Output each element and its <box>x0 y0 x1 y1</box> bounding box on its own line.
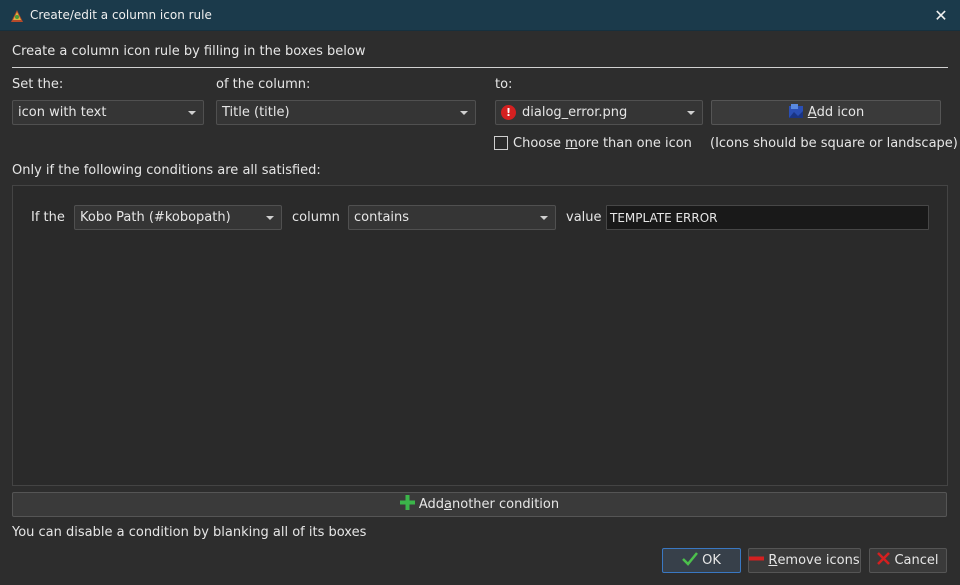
add-condition-button[interactable]: Add a nother condition <box>12 492 947 517</box>
window-title: Create/edit a column icon rule <box>30 8 212 22</box>
remove-icons-button[interactable]: Remove icons <box>748 548 861 573</box>
disable-hint: You can disable a condition by blanking … <box>12 525 367 540</box>
chevron-down-icon <box>460 111 468 115</box>
column-label: column <box>292 210 340 225</box>
add-condition-post: nother condition <box>452 497 560 512</box>
if-the-label: If the <box>31 210 65 225</box>
to-label: to: <box>495 77 513 92</box>
add-icon-accel: A <box>807 105 817 120</box>
add-icon-label: dd icon <box>816 105 865 120</box>
value-label: value <box>566 210 602 225</box>
column-select[interactable]: Title (title) <box>216 100 476 125</box>
choose-more-pre: Choose <box>513 136 566 151</box>
icon-file-select[interactable]: ! dialog_error.png <box>495 100 703 125</box>
image-icon <box>788 103 804 123</box>
kind-select-value: icon with text <box>18 105 107 120</box>
ok-button[interactable]: OK <box>662 548 741 573</box>
chevron-down-icon <box>540 216 548 220</box>
kind-select[interactable]: icon with text <box>12 100 204 125</box>
minus-icon <box>749 551 765 570</box>
close-icon[interactable]: ✕ <box>928 3 954 27</box>
remove-accel: R <box>768 553 778 568</box>
intro-text: Create a column icon rule by filling in … <box>12 44 366 59</box>
remove-label: emove icons <box>777 553 860 568</box>
cancel-label: Cancel <box>894 553 939 568</box>
conditions-heading: Only if the following conditions are all… <box>12 163 321 178</box>
condition-column-select[interactable]: Kobo Path (#kobopath) <box>74 205 282 230</box>
choose-more-accel: m <box>565 136 578 151</box>
error-icon: ! <box>501 105 516 120</box>
ok-label: OK <box>702 553 721 568</box>
choose-more-checkbox[interactable] <box>494 136 508 150</box>
icon-file-select-value: dialog_error.png <box>522 105 628 120</box>
choose-more-label: Choose more than one icon <box>513 136 692 151</box>
of-the-column-label: of the column: <box>216 77 311 92</box>
chevron-down-icon <box>687 111 695 115</box>
chevron-down-icon <box>266 216 274 220</box>
add-icon-button[interactable]: Add icon <box>711 100 941 125</box>
condition-value-text: TEMPLATE ERROR <box>610 210 718 225</box>
checkmark-icon <box>682 551 699 570</box>
cancel-button[interactable]: Cancel <box>869 548 947 573</box>
condition-column-value: Kobo Path (#kobopath) <box>80 210 231 225</box>
icons-hint: (Icons should be square or landscape) <box>710 136 958 151</box>
set-the-label: Set the: <box>12 77 64 92</box>
chevron-down-icon <box>188 111 196 115</box>
title-bar: Create/edit a column icon rule ✕ <box>0 0 960 31</box>
add-condition-pre: Add <box>418 497 445 512</box>
condition-operator-value: contains <box>354 210 410 225</box>
add-condition-accel: a <box>444 497 452 512</box>
condition-operator-select[interactable]: contains <box>348 205 556 230</box>
divider <box>12 67 948 68</box>
choose-more-post: ore than one icon <box>577 136 692 151</box>
x-icon <box>877 552 891 569</box>
plus-icon <box>399 495 415 514</box>
condition-value-input[interactable]: TEMPLATE ERROR <box>606 205 929 230</box>
calibre-app-icon <box>8 7 26 25</box>
column-select-value: Title (title) <box>222 105 290 120</box>
conditions-panel <box>12 185 948 486</box>
